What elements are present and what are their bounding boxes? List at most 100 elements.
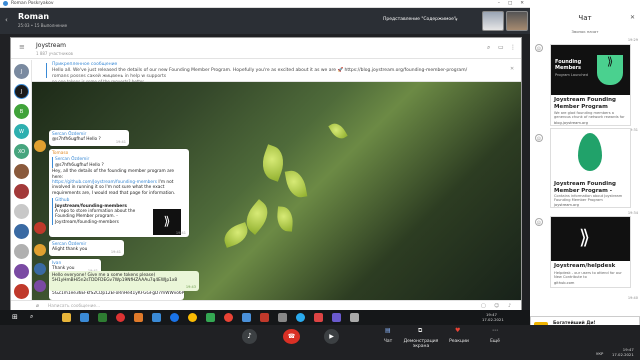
chat-avatar[interactable]	[14, 284, 29, 299]
channel-header: ≡ Joystream 1 887 участников ⌕ ▭ ⋮	[11, 38, 521, 59]
close-pin-icon[interactable]: ✕	[510, 66, 514, 72]
taskbar-app-icon[interactable]	[206, 313, 215, 322]
windows-taskbar: ⊞ ⌕ 19:47 17.02.2021	[0, 310, 530, 325]
message-time: 19:41	[110, 249, 121, 254]
card-url: blog.joystream.org	[554, 121, 588, 125]
link-card[interactable]: Joystream Founding Member Program - Cont…	[550, 128, 631, 208]
taskbar-app-icon[interactable]	[242, 313, 251, 322]
taskbar-app-icon[interactable]	[188, 313, 197, 322]
card-url: joystream.org	[554, 203, 579, 207]
search-icon[interactable]: ⌕	[30, 313, 33, 321]
message-input[interactable]: Написать сообщение...	[48, 304, 100, 309]
card-image: ⟫	[551, 217, 630, 261]
present-screen-icon[interactable]: ⧉	[418, 327, 422, 335]
meeting-header: ‹ Roman 25:03 • 15 Выполнение Представле…	[0, 8, 530, 34]
end-call-button[interactable]: ☎	[283, 329, 300, 344]
taskbar-app-icon[interactable]	[152, 313, 161, 322]
close-window-button[interactable]: ✕	[520, 1, 524, 6]
message-text: 5H1yHmBHi5n2sTDDFDEGv7Wp19NfHZAAAu7q4EWJ…	[52, 278, 178, 284]
chat-avatar[interactable]: W	[14, 124, 29, 139]
sender-avatar[interactable]	[34, 280, 46, 292]
chat-avatar[interactable]	[14, 164, 29, 179]
microphone-icon[interactable]: ♪	[508, 303, 511, 309]
pin-bar	[46, 63, 47, 78]
meeting-status: 25:03 • 15 Выполнение	[18, 23, 68, 28]
heart-icon[interactable]: ♥	[455, 327, 460, 334]
leaf-decoration	[257, 144, 289, 182]
message-text: 5GZ1m1ee36EFkfS2CDp12EFoRnHe41yKFGGFgD7m…	[52, 290, 185, 296]
taskbar-date[interactable]: 17.02.2021	[482, 317, 504, 322]
maximize-button[interactable]: □	[508, 1, 512, 6]
reply-quote[interactable]: Sercan Özdemir @s7hfh6ugfhuf Hello ?	[52, 157, 186, 169]
taskbar-app-icon[interactable]	[224, 313, 233, 322]
more-icon[interactable]: ⋮	[510, 44, 516, 51]
card-title: Joystream Founding Member Program	[554, 97, 616, 110]
chat-avatar[interactable]	[14, 204, 29, 219]
attach-icon[interactable]: ⌀	[36, 303, 39, 309]
sender-avatar[interactable]	[34, 140, 46, 152]
taskbar-app-icon[interactable]	[278, 313, 287, 322]
chat-avatar[interactable]: XO	[14, 144, 29, 159]
taskbar-app-icon[interactable]	[296, 313, 305, 322]
link-preview[interactable]: Github Joystream/founding-members A repo…	[52, 198, 152, 226]
chat-avatar[interactable]	[14, 264, 29, 279]
taskbar-app-icon[interactable]	[314, 313, 323, 322]
back-icon[interactable]: ‹	[5, 16, 8, 24]
pinned-message[interactable]: Прикрепленное сообщение Hello all. We've…	[32, 60, 521, 84]
taskbar-app-icon[interactable]	[332, 313, 341, 322]
card-description: We are glad founding members a generous …	[554, 111, 625, 120]
presenting-label[interactable]: Представление "Содержимое"	[383, 17, 456, 22]
chevron-down-icon[interactable]: ▾	[455, 17, 458, 23]
language-indicator[interactable]: УКР	[596, 351, 603, 356]
system-clock[interactable]: 19:47 17.02.2021	[612, 347, 634, 357]
minimize-button[interactable]: –	[498, 1, 500, 6]
sender-avatar[interactable]	[34, 222, 46, 234]
sender-avatar[interactable]	[34, 244, 46, 256]
chat-avatar[interactable]	[14, 184, 29, 199]
clock-date: 17.02.2021	[612, 351, 634, 357]
more-button[interactable]: Ещё	[485, 339, 505, 344]
menu-icon[interactable]: ≡	[19, 43, 25, 51]
card-url: github.com	[554, 281, 575, 285]
taskbar-app-icon[interactable]	[98, 313, 107, 322]
sidebar-toggle-icon[interactable]: ▭	[498, 44, 504, 51]
channel-title[interactable]: Joystream	[36, 42, 66, 49]
chat-avatar[interactable]: B	[14, 104, 29, 119]
reply-text: @s7hfh6ugfhuf Hello ?	[55, 162, 104, 168]
message-time: 19:29	[627, 38, 638, 42]
joystream-drop-icon	[578, 133, 602, 171]
card-title: Joystream Founding Member Program -	[554, 181, 616, 194]
search-icon[interactable]: ⌕	[487, 44, 490, 52]
reactions-button[interactable]: Реакции	[447, 339, 471, 344]
windows-start-icon[interactable]: ⊞	[12, 313, 18, 321]
link-card[interactable]: ⟫ Joystream/helpdesk Helpdesk - our user…	[550, 216, 631, 288]
sender-name[interactable]: Tomaso	[52, 151, 186, 156]
taskbar-app-icon[interactable]	[134, 313, 143, 322]
taskbar-app-icon[interactable]	[170, 313, 179, 322]
camera-button[interactable]: ▶	[324, 329, 339, 344]
chat-avatar[interactable]: J	[14, 84, 29, 99]
card-image	[551, 129, 630, 179]
taskbar-app-icon[interactable]	[116, 313, 125, 322]
taskbar-app-icon[interactable]	[80, 313, 89, 322]
sender-avatar[interactable]	[34, 263, 46, 275]
chat-avatar[interactable]	[14, 244, 29, 259]
link-card[interactable]: Founding Members Program Launched ⟫ Joys…	[550, 44, 631, 126]
chat-area: Sercan Özdemir @s7hfh6ugfhuf Hello ? 19:…	[32, 82, 521, 300]
participant-thumbnail[interactable]	[506, 11, 528, 31]
microphone-button[interactable]: ♪	[242, 329, 257, 344]
emoji-icon[interactable]: ☺	[494, 303, 499, 309]
telegram-window: ≡ Joystream 1 887 участников ⌕ ▭ ⋮ J J B…	[10, 37, 522, 311]
chat-avatar[interactable]: J	[14, 64, 29, 79]
taskbar-app-icon[interactable]	[260, 313, 269, 322]
present-screen-button[interactable]: Демонстрация экрана	[396, 339, 446, 349]
participant-avatar: ☺	[535, 44, 543, 52]
more-icon[interactable]: ⋯	[492, 327, 498, 334]
chat-icon[interactable]: ▤	[385, 327, 391, 334]
leaf-decoration	[328, 120, 348, 142]
chat-avatar[interactable]	[14, 224, 29, 239]
taskbar-app-icon[interactable]	[62, 313, 71, 322]
taskbar-app-icon[interactable]	[350, 313, 359, 322]
participant-thumbnail[interactable]	[482, 11, 504, 31]
command-icon[interactable]: ▢	[481, 303, 486, 309]
